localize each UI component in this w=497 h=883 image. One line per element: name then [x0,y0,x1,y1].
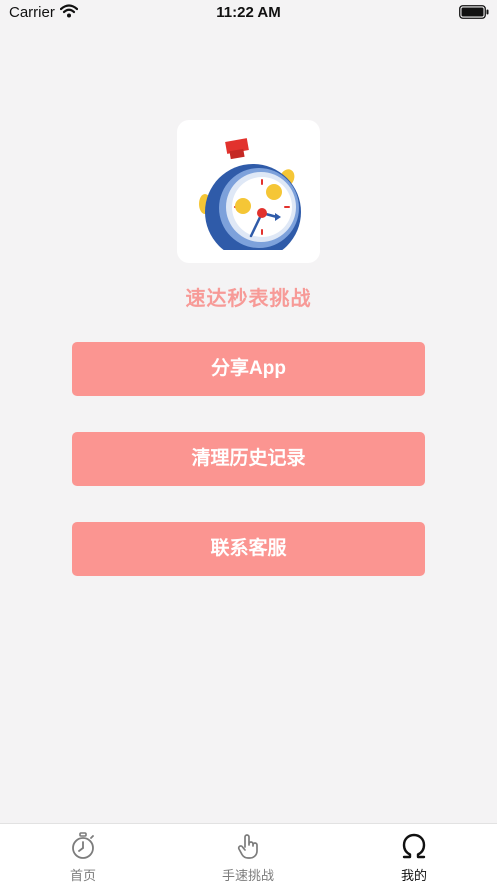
tab-speed-challenge-label: 手速挑战 [221,868,274,883]
tab-home-label: 首页 [69,868,96,883]
tab-mine-label: 我的 [400,868,427,883]
clear-history-button[interactable]: 清理历史记录 [72,432,425,486]
tab-speed-challenge[interactable]: 手速挑战 [188,824,308,883]
status-bar: Carrier 11:22 AM [0,0,497,26]
omega-icon [402,833,426,859]
tab-mine[interactable]: 我的 [354,824,474,883]
tab-bar: 首页 手速挑战 我的 [0,823,497,883]
app-logo-card [177,120,320,263]
contact-support-button[interactable]: 联系客服 [72,522,425,576]
status-time: 11:22 AM [216,4,281,21]
tab-home[interactable]: 首页 [23,824,143,883]
hand-pointer-icon [237,834,258,859]
share-app-button[interactable]: 分享App [72,342,425,396]
battery-icon [459,5,489,19]
stopwatch-icon [72,832,94,859]
stopwatch-logo-icon [199,138,301,250]
app-title: 速达秒表挑战 [185,288,312,310]
